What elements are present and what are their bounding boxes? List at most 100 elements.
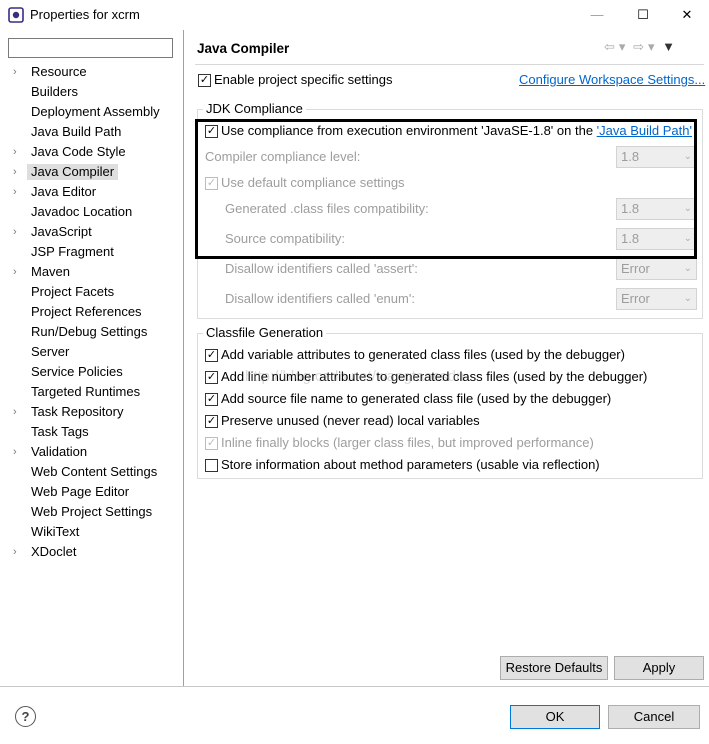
tree-item[interactable]: › Java Code Style xyxy=(0,142,183,162)
filter-input[interactable] xyxy=(8,38,173,58)
chevron-right-icon[interactable]: › xyxy=(13,224,25,240)
forward-menu-icon[interactable]: ▾ xyxy=(648,39,655,55)
tree-item-label: Java Build Path xyxy=(31,124,122,139)
tree-item-label: XDoclet xyxy=(31,544,77,559)
classfile-option-checkbox[interactable]: ✓ xyxy=(205,371,218,384)
eclipse-app-icon xyxy=(8,7,24,23)
maximize-button[interactable]: ☐ xyxy=(620,0,666,30)
classfile-generation-group-label: Classfile Generation xyxy=(203,325,327,341)
tree-item-label: JSP Fragment xyxy=(31,244,114,259)
ok-button[interactable]: OK xyxy=(510,705,600,729)
tree-item-label: Builders xyxy=(31,84,78,99)
classfile-option-label: Store information about method parameter… xyxy=(221,457,600,472)
tree-item-label: Java Code Style xyxy=(31,144,126,159)
tree-item-label: Javadoc Location xyxy=(31,204,133,219)
view-menu-icon[interactable]: ▼ xyxy=(662,39,675,54)
panel-divider[interactable] xyxy=(183,30,184,686)
classfile-option-checkbox[interactable] xyxy=(205,459,218,472)
jdk-compliance-group-label: JDK Compliance xyxy=(203,101,306,117)
tree-item-label: Java Editor xyxy=(31,184,97,199)
tree-item[interactable]: Task Tags xyxy=(0,422,183,442)
disallow-enum-select[interactable]: Error ⌄ xyxy=(616,288,697,310)
tree-item[interactable]: Run/Debug Settings xyxy=(0,322,183,342)
tree-item[interactable]: Deployment Assembly xyxy=(0,102,183,122)
tree-item-label: Service Policies xyxy=(31,364,123,379)
highlight-annotation-box xyxy=(195,119,697,259)
window-title: Properties for xcrm xyxy=(30,7,140,22)
tree-item[interactable]: › JavaScript xyxy=(0,222,183,242)
tree-item[interactable]: Javadoc Location xyxy=(0,202,183,222)
back-menu-icon[interactable]: ▾ xyxy=(619,39,626,55)
tree-item[interactable]: Web Page Editor xyxy=(0,482,183,502)
tree-item[interactable]: Project Facets xyxy=(0,282,183,302)
tree-item-label: Validation xyxy=(31,444,88,459)
tree-item-label: Resource xyxy=(31,64,87,79)
tree-item[interactable]: Builders xyxy=(0,82,183,102)
restore-defaults-button[interactable]: Restore Defaults xyxy=(500,656,608,680)
tree-item-label: WikiText xyxy=(31,524,80,539)
tree-item[interactable]: › Validation xyxy=(0,442,183,462)
back-arrow-icon[interactable]: ⇦ xyxy=(604,39,615,55)
minimize-button[interactable]: — xyxy=(574,0,620,30)
tree-item-label: Project References xyxy=(31,304,142,319)
tree-item[interactable]: › XDoclet xyxy=(0,542,183,562)
tree-item[interactable]: Targeted Runtimes xyxy=(0,382,183,402)
tree-item-label: JavaScript xyxy=(31,224,92,239)
title-bar: Properties for xcrm — ☐ ✕ xyxy=(0,0,709,30)
classfile-option-checkbox[interactable]: ✓ xyxy=(205,393,218,406)
tree-item-label: Targeted Runtimes xyxy=(31,384,141,399)
close-button[interactable]: ✕ xyxy=(664,0,709,30)
chevron-right-icon[interactable]: › xyxy=(13,404,25,420)
tree-item[interactable]: Service Policies xyxy=(0,362,183,382)
tree-item[interactable]: Server xyxy=(0,342,183,362)
enable-project-settings-checkbox[interactable]: ✓ xyxy=(198,74,211,87)
tree-item[interactable]: JSP Fragment xyxy=(0,242,183,262)
cancel-button[interactable]: Cancel xyxy=(608,705,700,729)
configure-workspace-link[interactable]: Configure Workspace Settings... xyxy=(519,72,705,88)
chevron-right-icon[interactable]: › xyxy=(13,264,25,280)
tree-item[interactable]: › Maven xyxy=(0,262,183,282)
tree-item-label: Deployment Assembly xyxy=(31,104,160,119)
forward-arrow-icon[interactable]: ⇨ xyxy=(633,39,644,55)
tree-item[interactable]: › Java Editor xyxy=(0,182,183,202)
tree-item-label: Task Tags xyxy=(31,424,89,439)
tree-item-label: Project Facets xyxy=(31,284,115,299)
classfile-option-checkbox[interactable]: ✓ xyxy=(205,349,218,362)
tree-item[interactable]: Java Build Path xyxy=(0,122,183,142)
tree-item[interactable]: Project References xyxy=(0,302,183,322)
chevron-right-icon[interactable]: › xyxy=(13,64,25,80)
watermark: http://blog.csdn.net/wangtaocsdn xyxy=(245,368,465,385)
apply-button[interactable]: Apply xyxy=(614,656,704,680)
tree-item-label: Web Content Settings xyxy=(31,464,158,479)
tree-item[interactable]: › Java Compiler xyxy=(0,162,183,182)
classfile-option-label: Inline finally blocks (larger class file… xyxy=(221,435,594,450)
page-nav: ⇦ ▾ ⇨ ▾ ▼ xyxy=(604,39,679,57)
classfile-option-checkbox[interactable]: ✓ xyxy=(205,415,218,428)
page-title: Java Compiler xyxy=(197,41,290,56)
disallow-enum-value: Error xyxy=(621,291,650,306)
tree-item-label: Web Project Settings xyxy=(31,504,153,519)
help-icon[interactable]: ? xyxy=(15,706,36,727)
disallow-assert-value: Error xyxy=(621,261,650,276)
classfile-option-label: Add source file name to generated class … xyxy=(221,391,612,406)
disallow-assert-select[interactable]: Error ⌄ xyxy=(616,258,697,280)
tree-item[interactable]: › Task Repository xyxy=(0,402,183,422)
tree-item-label: Run/Debug Settings xyxy=(31,324,148,339)
tree-item[interactable]: WikiText xyxy=(0,522,183,542)
chevron-right-icon[interactable]: › xyxy=(13,144,25,160)
tree-item-label: Java Compiler xyxy=(27,164,119,180)
chevron-right-icon[interactable]: › xyxy=(13,544,25,560)
disallow-assert-label: Disallow identifiers called 'assert': xyxy=(225,261,418,276)
classfile-option-label: Add variable attributes to generated cla… xyxy=(221,347,625,362)
classfile-option-checkbox[interactable]: ✓ xyxy=(205,437,218,450)
tree-item[interactable]: › Resource xyxy=(0,62,183,82)
chevron-right-icon[interactable]: › xyxy=(13,444,25,460)
tree-item-label: Server xyxy=(31,344,70,359)
tree-item-label: Web Page Editor xyxy=(31,484,130,499)
tree-item[interactable]: Web Project Settings xyxy=(0,502,183,522)
chevron-right-icon[interactable]: › xyxy=(13,164,25,180)
tree-item-label: Task Repository xyxy=(31,404,124,419)
chevron-down-icon: ⌄ xyxy=(683,293,692,304)
chevron-right-icon[interactable]: › xyxy=(13,184,25,200)
tree-item[interactable]: Web Content Settings xyxy=(0,462,183,482)
